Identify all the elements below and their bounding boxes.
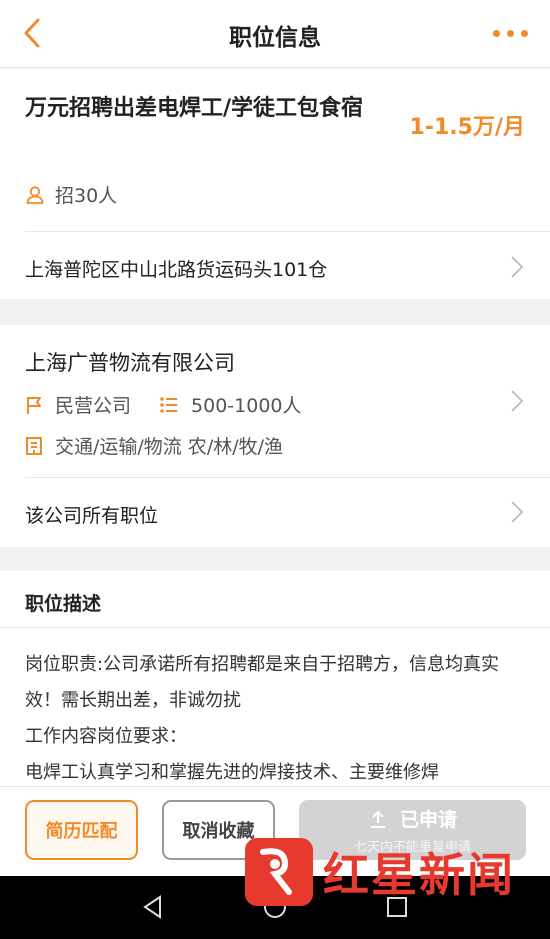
- resume-match-button[interactable]: 简历匹配: [25, 800, 138, 860]
- divider: [25, 231, 550, 232]
- company-type: 民营公司: [55, 395, 132, 417]
- list-icon: [160, 396, 178, 413]
- watermark: 红星新闻: [245, 838, 515, 906]
- watermark-logo: [245, 838, 313, 906]
- company-name: 上海广普物流有限公司: [25, 351, 235, 375]
- person-icon: [26, 185, 44, 204]
- upload-icon: [370, 810, 385, 828]
- headcount: 招30人: [55, 185, 118, 207]
- divider: [25, 477, 550, 478]
- description-line: 岗位职责:公司承诺所有招聘都是来自于招聘方，信息均真实效！需长期出差，非诚勿扰: [25, 654, 500, 711]
- all-company-jobs-link[interactable]: 该公司所有职位: [25, 501, 158, 528]
- company-size: 500-1000人: [191, 395, 302, 417]
- job-address[interactable]: 上海普陀区中山北路货运码头101仓: [25, 255, 327, 282]
- description-text: 岗位职责:公司承诺所有招聘都是来自于招聘方，信息均真实效！需长期出差，非诚勿扰 …: [25, 647, 530, 786]
- description-line: 工作内容岗位要求：: [25, 726, 187, 747]
- top-bar: 职位信息: [0, 0, 550, 68]
- headcount-row: 招30人: [25, 181, 117, 208]
- company-card[interactable]: 上海广普物流有限公司 民营公司 500-1000人 交通/运输/物流 农/林/牧…: [0, 325, 550, 547]
- chevron-right-icon: [511, 256, 524, 278]
- more-options-icon[interactable]: [493, 30, 528, 37]
- job-description-card: 职位描述 岗位职责:公司承诺所有招聘都是来自于招聘方，信息均真实效！需长期出差，…: [0, 571, 550, 786]
- job-info-card: 万元招聘出差电焊工/学徒工包食宿 1-1.5万/月 招30人 上海普陀区中山北路…: [0, 69, 550, 299]
- chevron-right-icon: [511, 390, 524, 412]
- applied-label: 已申请: [399, 809, 457, 831]
- company-meta-row: 民营公司 500-1000人: [25, 391, 302, 418]
- nav-back-icon[interactable]: [140, 894, 166, 920]
- company-industry: 交通/运输/物流 农/林/牧/渔: [55, 436, 284, 458]
- page-title: 职位信息: [229, 25, 321, 51]
- salary: 1-1.5万/月: [409, 115, 525, 140]
- description-title: 职位描述: [25, 593, 102, 615]
- building-icon: [26, 436, 42, 455]
- watermark-text: 红星新闻: [323, 848, 515, 902]
- flag-icon: [27, 396, 41, 414]
- job-title: 万元招聘出差电焊工/学徒工包食宿: [25, 96, 364, 121]
- divider: [0, 627, 550, 628]
- chevron-right-icon: [511, 501, 524, 523]
- description-line: 电焊工认真学习和掌握先进的焊接技术、主要维修焊: [25, 762, 439, 783]
- industry-row: 交通/运输/物流 农/林/牧/渔: [25, 432, 283, 459]
